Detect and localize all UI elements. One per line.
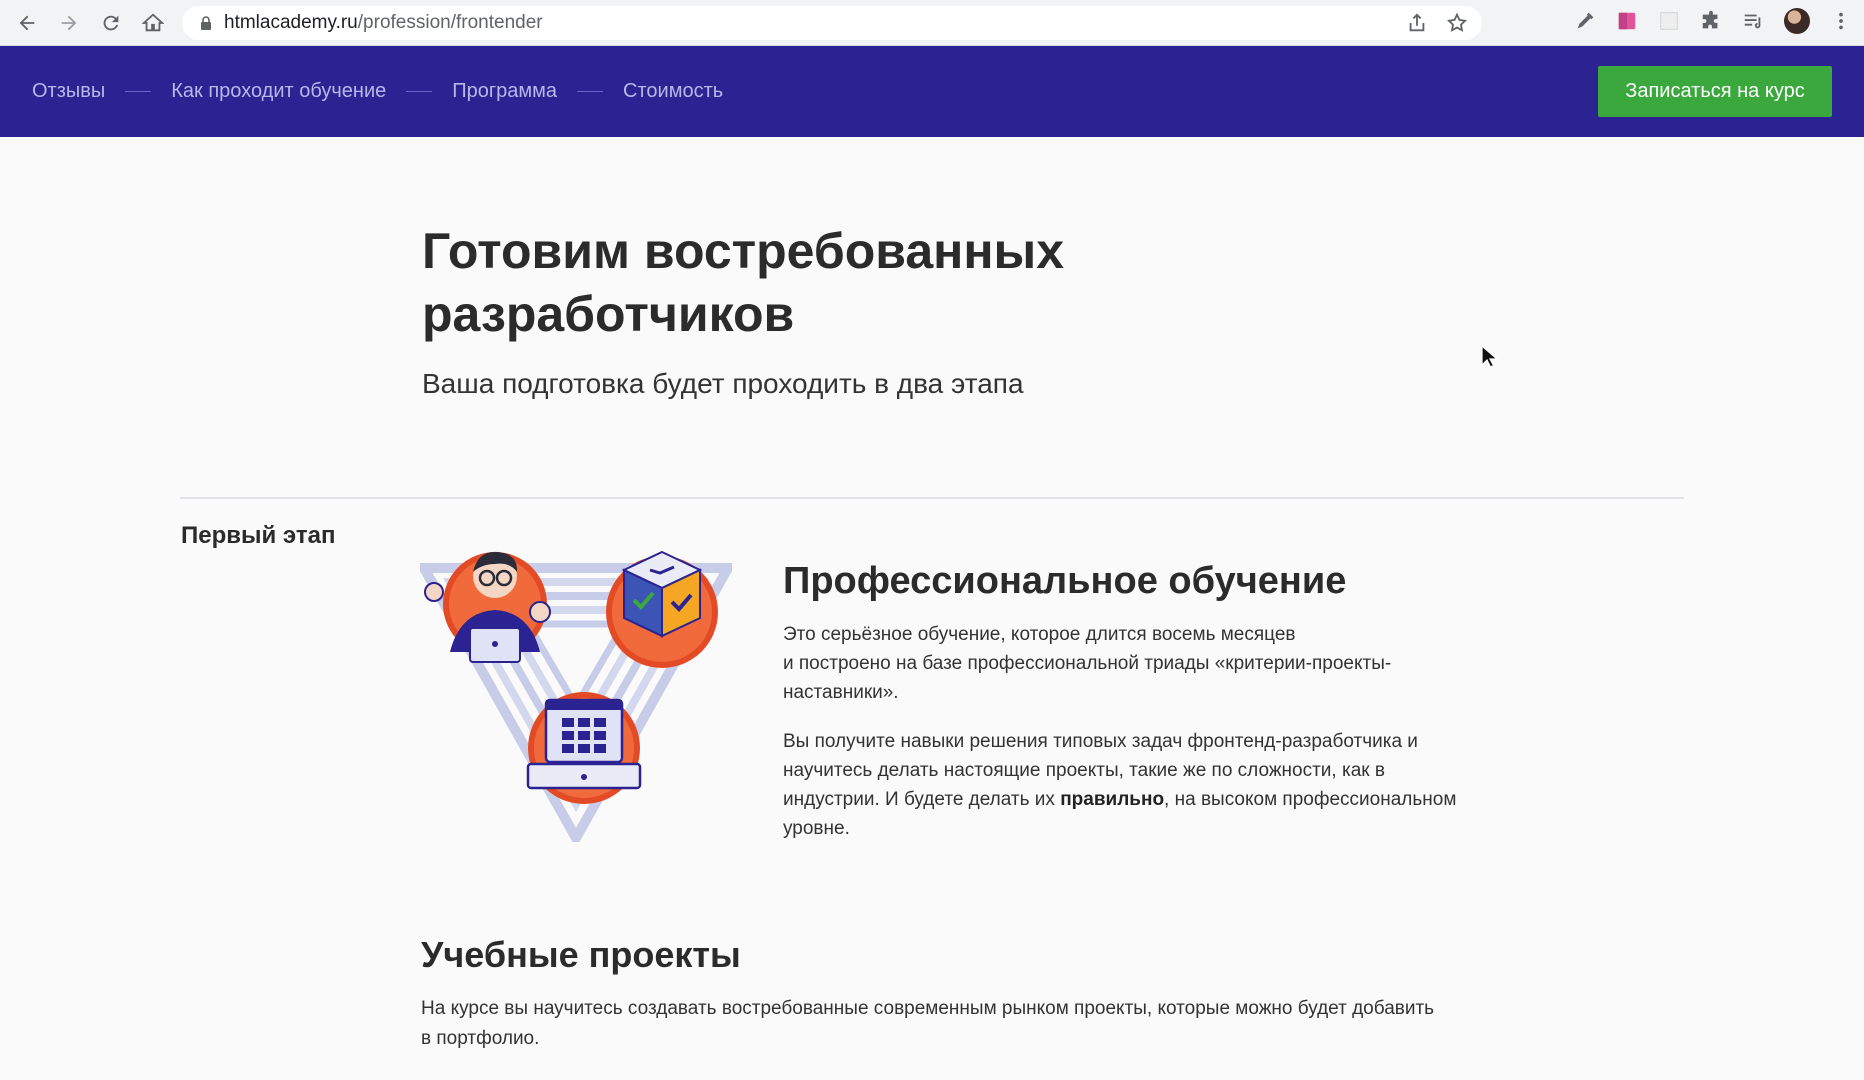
reload-button[interactable] xyxy=(96,8,126,38)
extensions-button[interactable] xyxy=(1700,10,1722,32)
eyedropper-extension[interactable] xyxy=(1574,10,1596,32)
stage-description-line1: Это серьёзное обучение, которое длится в… xyxy=(783,624,1296,645)
projects-title: Учебные проекты xyxy=(421,934,741,975)
share-icon[interactable] xyxy=(1406,12,1428,34)
stage-skills-text: Вы получите навыки решения типовых задач… xyxy=(783,727,1463,843)
home-icon xyxy=(142,13,164,31)
nav-separator xyxy=(406,91,433,92)
color-extension[interactable] xyxy=(1616,10,1638,32)
stage-title: Профессиональное обучение xyxy=(783,560,1347,602)
page-title-line2: разработчиков xyxy=(422,286,795,342)
nav-link-program[interactable]: Программа xyxy=(452,80,557,103)
browser-menu-button[interactable] xyxy=(1830,10,1852,32)
forward-icon xyxy=(61,15,77,30)
url-path: /profession/frontender xyxy=(357,12,543,33)
page-title: Готовим востребованных разработчиков xyxy=(422,220,1222,346)
grid-extension[interactable] xyxy=(1658,10,1680,32)
eyedropper-icon xyxy=(1577,12,1594,29)
triad-illustration xyxy=(420,550,732,842)
home-button[interactable] xyxy=(138,8,168,38)
section-divider xyxy=(180,497,1684,499)
reading-list-button[interactable] xyxy=(1742,10,1764,32)
extension-icon xyxy=(1618,12,1636,30)
kebab-menu-icon xyxy=(1839,12,1843,30)
reading-list-icon xyxy=(1744,14,1761,29)
puzzle-icon xyxy=(1702,10,1718,29)
url-text: htmlacademy.ru/profession/frontender xyxy=(224,12,543,34)
grid-extension-icon xyxy=(1660,12,1678,30)
forward-button[interactable] xyxy=(54,8,84,38)
avatar[interactable] xyxy=(1784,8,1810,34)
nav-link-price[interactable]: Стоимость xyxy=(623,80,723,103)
back-button[interactable] xyxy=(12,8,42,38)
reload-icon xyxy=(103,15,119,30)
lock-icon xyxy=(201,16,211,30)
page-subtitle: Ваша подготовка будет проходить в два эт… xyxy=(422,368,1024,399)
site-header: Отзывы Как проходит обучение Программа С… xyxy=(0,46,1864,137)
stage-description-line3: наставники». xyxy=(783,682,899,703)
address-bar[interactable]: htmlacademy.ru/profession/frontender xyxy=(182,6,1482,40)
star-icon[interactable] xyxy=(1446,12,1468,34)
back-icon xyxy=(19,15,35,30)
nav-separator xyxy=(577,91,604,92)
project-laptop-icon xyxy=(526,692,642,804)
stage-description-line2: и построено на базе профессиональной три… xyxy=(783,653,1392,674)
browser-toolbar: htmlacademy.ru/profession/frontender xyxy=(0,0,1864,46)
stage-skills-emphasis: правильно xyxy=(1060,789,1165,810)
nav-separator xyxy=(125,91,152,92)
projects-text: На курсе вы научитесь создавать востребо… xyxy=(421,998,1435,1049)
section-nav: Отзывы Как проходит обучение Программа С… xyxy=(32,80,723,103)
mouse-cursor-icon xyxy=(1481,345,1499,368)
nav-link-reviews[interactable]: Отзывы xyxy=(32,80,105,103)
url-host: htmlacademy.ru xyxy=(224,12,358,33)
stage-description: Это серьёзное обучение, которое длится в… xyxy=(783,620,1463,707)
nav-link-how-it-works[interactable]: Как проходит обучение xyxy=(171,80,386,103)
enroll-button[interactable]: Записаться на курс xyxy=(1598,66,1832,117)
stage-label: Первый этап xyxy=(181,522,336,549)
page-title-line1: Готовим востребованных xyxy=(422,223,1065,279)
